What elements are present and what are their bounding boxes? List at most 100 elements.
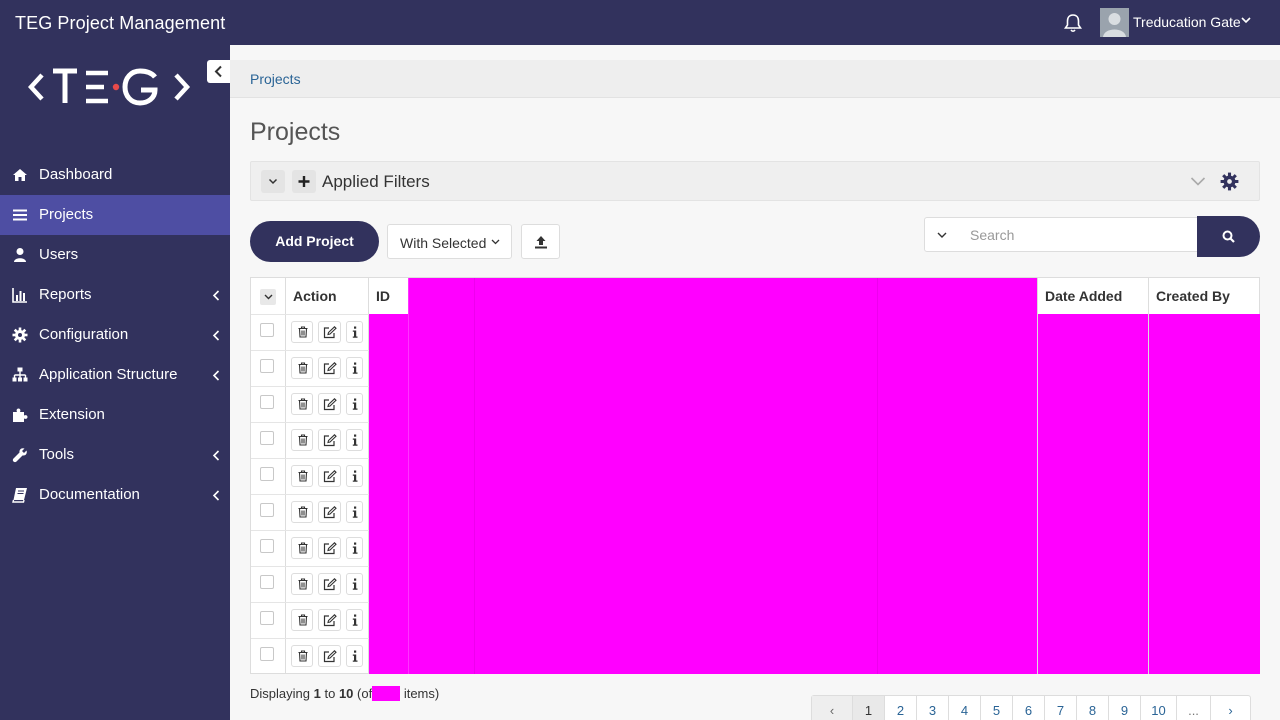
sidebar-item-projects[interactable]: Projects xyxy=(0,195,230,235)
column-header-created-by[interactable]: Created By xyxy=(1148,278,1260,314)
row-checkbox[interactable] xyxy=(260,503,274,517)
row-checkbox[interactable] xyxy=(260,359,274,373)
avatar[interactable] xyxy=(1100,8,1129,37)
column-header-date-added[interactable]: Date Added xyxy=(1037,278,1148,314)
with-selected-dropdown[interactable]: With Selected xyxy=(387,224,512,259)
pagination-page-5[interactable]: 5 xyxy=(980,696,1012,720)
row-checkbox[interactable] xyxy=(260,539,274,553)
row-checkbox[interactable] xyxy=(260,611,274,625)
delete-button[interactable] xyxy=(291,429,313,451)
pagination-page-1[interactable]: 1 xyxy=(852,696,884,720)
delete-button[interactable] xyxy=(291,573,313,595)
applied-filters-label: Applied Filters xyxy=(322,172,430,191)
add-project-button[interactable]: Add Project xyxy=(250,221,379,262)
info-button[interactable] xyxy=(346,465,363,487)
pagination-page-8[interactable]: 8 xyxy=(1076,696,1108,720)
sidebar-item-extension[interactable]: Extension xyxy=(0,395,230,435)
delete-button[interactable] xyxy=(291,609,313,631)
edit-button[interactable] xyxy=(318,537,341,559)
edit-icon xyxy=(323,398,337,411)
display-of-prefix: (of xyxy=(357,686,373,701)
pagination-page-10[interactable]: 10 xyxy=(1140,696,1176,720)
info-button[interactable] xyxy=(346,609,363,631)
delete-button[interactable] xyxy=(291,321,313,343)
pagination-page-6[interactable]: 6 xyxy=(1012,696,1044,720)
pagination-page-7[interactable]: 7 xyxy=(1044,696,1076,720)
info-button[interactable] xyxy=(346,357,363,379)
row-checkbox[interactable] xyxy=(260,323,274,337)
trash-icon xyxy=(298,650,308,662)
info-icon xyxy=(352,542,358,554)
delete-button[interactable] xyxy=(291,645,313,667)
chevron-down-icon xyxy=(491,239,500,245)
breadcrumb: Projects xyxy=(230,60,1280,98)
row-checkbox[interactable] xyxy=(260,431,274,445)
delete-button[interactable] xyxy=(291,393,313,415)
search-field-dropdown[interactable] xyxy=(924,217,959,252)
info-button[interactable] xyxy=(346,321,363,343)
sidebar-item-users[interactable]: Users xyxy=(0,235,230,275)
edit-button[interactable] xyxy=(318,465,341,487)
edit-button[interactable] xyxy=(318,393,341,415)
pagination-page-3[interactable]: 3 xyxy=(916,696,948,720)
export-button[interactable] xyxy=(521,224,560,259)
select-all-dropdown[interactable] xyxy=(260,289,276,305)
info-button[interactable] xyxy=(346,537,363,559)
pagination-next[interactable]: › xyxy=(1210,696,1250,720)
user-name[interactable]: Treducation Gate xyxy=(1133,14,1241,30)
edit-button[interactable] xyxy=(318,573,341,595)
table-row xyxy=(251,530,369,566)
chevron-down-icon[interactable] xyxy=(1240,14,1252,26)
edit-button[interactable] xyxy=(318,609,341,631)
table-row xyxy=(251,566,369,602)
gear-icon[interactable] xyxy=(1220,172,1239,191)
table-row xyxy=(251,350,369,386)
column-divider xyxy=(877,278,878,674)
add-filter-button[interactable] xyxy=(292,170,316,193)
edit-button[interactable] xyxy=(318,501,341,523)
table-row xyxy=(251,638,369,674)
info-button[interactable] xyxy=(346,645,363,667)
info-button[interactable] xyxy=(346,573,363,595)
info-button[interactable] xyxy=(346,501,363,523)
info-icon xyxy=(352,506,358,518)
filters-toggle-button[interactable] xyxy=(261,170,285,193)
sidebar-item-tools[interactable]: Tools xyxy=(0,435,230,475)
sidebar-collapse-button[interactable] xyxy=(207,60,230,83)
pagination-page-2[interactable]: 2 xyxy=(884,696,916,720)
sidebar-item-documentation[interactable]: Documentation xyxy=(0,475,230,515)
book-icon xyxy=(12,488,27,503)
sidebar-item-label: Reports xyxy=(39,286,92,303)
pagination-prev[interactable]: ‹ xyxy=(812,696,852,720)
breadcrumb-link-projects[interactable]: Projects xyxy=(250,71,301,87)
bell-icon[interactable] xyxy=(1062,12,1084,34)
row-checkbox[interactable] xyxy=(260,467,274,481)
info-button[interactable] xyxy=(346,393,363,415)
search-icon xyxy=(1222,230,1235,243)
sidebar-item-reports[interactable]: Reports xyxy=(0,275,230,315)
pagination-ellipsis[interactable]: ... xyxy=(1176,696,1210,720)
pagination-page-9[interactable]: 9 xyxy=(1108,696,1140,720)
column-header-id[interactable]: ID xyxy=(368,278,408,314)
delete-button[interactable] xyxy=(291,537,313,559)
delete-button[interactable] xyxy=(291,465,313,487)
delete-button[interactable] xyxy=(291,357,313,379)
row-checkbox[interactable] xyxy=(260,647,274,661)
sidebar-item-configuration[interactable]: Configuration xyxy=(0,315,230,355)
chevron-down-icon[interactable] xyxy=(1190,175,1206,187)
edit-button[interactable] xyxy=(318,429,341,451)
row-checkbox[interactable] xyxy=(260,575,274,589)
edit-button[interactable] xyxy=(318,357,341,379)
search-input[interactable] xyxy=(958,217,1198,252)
row-checkbox[interactable] xyxy=(260,395,274,409)
edit-icon xyxy=(323,614,337,627)
edit-button[interactable] xyxy=(318,645,341,667)
search-button[interactable] xyxy=(1197,216,1260,257)
info-button[interactable] xyxy=(346,429,363,451)
pagination-page-4[interactable]: 4 xyxy=(948,696,980,720)
sidebar-item-dashboard[interactable]: Dashboard xyxy=(0,155,230,195)
edit-icon xyxy=(323,542,337,555)
edit-button[interactable] xyxy=(318,321,341,343)
sidebar-item-application-structure[interactable]: Application Structure xyxy=(0,355,230,395)
delete-button[interactable] xyxy=(291,501,313,523)
